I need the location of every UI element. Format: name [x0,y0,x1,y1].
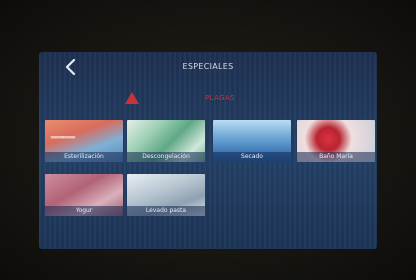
program-tile-bano-maria[interactable]: Baño María [297,120,375,162]
program-label: Yogur [45,206,123,216]
program-tile-levado-pasta[interactable]: Levado pasta [127,174,205,216]
program-label: Descongelación [127,152,205,162]
program-label: Secado [213,152,291,162]
program-tile-yogur[interactable]: Yogur [45,174,123,216]
oven-display: ESPECIALES PLAGAS ▔▔ Esterilización Desc… [39,52,377,249]
program-label: Baño María [297,152,375,162]
program-tile-secado[interactable]: Secado [213,120,291,162]
warning-triangle-icon [125,92,139,104]
category-label: PLAGAS [205,94,236,102]
program-tile-descongelacion[interactable]: Descongelación [127,120,205,162]
program-tile-esterilizacion[interactable]: ▔▔ Esterilización [45,120,123,162]
page-title: ESPECIALES [182,62,234,71]
header-bar: ESPECIALES [39,52,377,82]
program-label: Levado pasta [127,206,205,216]
program-label: Esterilización [45,152,123,162]
